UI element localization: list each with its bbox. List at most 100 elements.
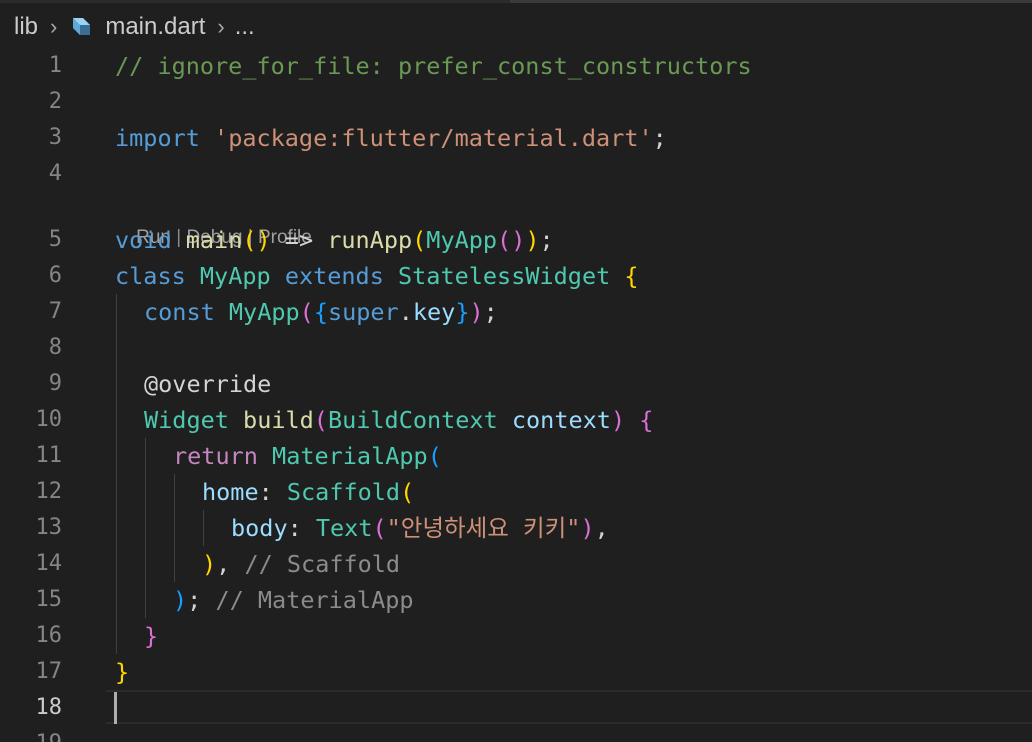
code-token: Widget <box>144 406 229 434</box>
code-token: BuildContext <box>327 406 498 434</box>
code-token: runApp <box>327 226 413 254</box>
line-number: 2 <box>48 89 62 114</box>
code-token: MyApp <box>199 262 271 290</box>
code-line[interactable]: 17 } <box>0 654 1032 690</box>
line-number: 11 <box>35 443 63 468</box>
code-token: ) <box>580 514 595 542</box>
code-token: . <box>398 298 413 326</box>
code-line[interactable]: 19 <box>0 726 1032 742</box>
breadcrumb: lib › main.dart › ... <box>14 9 255 45</box>
code-line[interactable]: 4 <box>0 156 1032 192</box>
line-number: 10 <box>35 407 63 432</box>
code-line-active[interactable]: 18 <box>0 690 1032 726</box>
code-token: Scaffold <box>286 478 401 506</box>
code-token: @override <box>144 370 272 398</box>
code-token: ( <box>497 226 512 254</box>
code-token: Text <box>315 514 373 542</box>
code-text: } <box>144 618 158 654</box>
code-text: @override <box>144 366 271 402</box>
code-token: ) <box>610 406 626 434</box>
code-text: home: Scaffold( <box>202 474 414 510</box>
code-token: ) <box>525 226 540 254</box>
code-line[interactable]: 8 <box>0 330 1032 366</box>
breadcrumb-symbol[interactable]: ... <box>235 13 255 41</box>
code-token: // MaterialApp <box>215 586 414 614</box>
line-number: 1 <box>48 53 62 78</box>
code-line[interactable]: 15 ); // MaterialApp <box>0 582 1032 618</box>
code-token: ( <box>242 226 257 254</box>
code-text: ); // MaterialApp <box>173 582 414 618</box>
code-token: import <box>115 124 200 152</box>
code-token: , <box>594 514 609 542</box>
line-number: 13 <box>35 515 63 540</box>
code-line[interactable]: 11 return MaterialApp( <box>0 438 1032 474</box>
code-line[interactable]: 14 ), // Scaffold <box>0 546 1032 582</box>
code-token: 'package:flutter/material.dart' <box>214 124 653 152</box>
code-token: ) <box>511 226 526 254</box>
code-line[interactable]: 5 void main() => runApp(MyApp()); <box>0 222 1032 258</box>
line-number: 5 <box>48 227 62 252</box>
line-number: 8 <box>48 335 62 360</box>
code-token: { <box>313 298 328 326</box>
code-line[interactable]: 9 @override <box>0 366 1032 402</box>
code-line[interactable]: 12 home: Scaffold( <box>0 474 1032 510</box>
code-token: const <box>144 298 215 326</box>
breadcrumb-file[interactable]: main.dart <box>105 13 205 41</box>
code-token: ( <box>313 406 328 434</box>
code-text: import 'package:flutter/material.dart'; <box>115 120 667 156</box>
code-line[interactable]: 6 class MyApp extends StatelessWidget { <box>0 258 1032 294</box>
code-token: } <box>455 298 470 326</box>
code-token: } <box>115 658 130 686</box>
code-text: void main() => runApp(MyApp()); <box>115 222 554 258</box>
code-text: ), // Scaffold <box>202 546 400 582</box>
code-token: context <box>511 406 611 434</box>
chevron-right-icon: › <box>50 14 58 39</box>
code-line[interactable]: 16 } <box>0 618 1032 654</box>
code-line[interactable]: 13 body: Text("안녕하세요 키키"), <box>0 510 1032 546</box>
code-token: ( <box>299 298 314 326</box>
breadcrumb-folder[interactable]: lib <box>14 13 38 41</box>
codelens: Run | Debug | Profile <box>115 190 312 248</box>
code-token: home <box>202 478 259 506</box>
code-token: ( <box>427 442 442 470</box>
code-token: ) <box>469 298 484 326</box>
code-text: Widget build(BuildContext context) { <box>144 402 653 438</box>
code-text: const MyApp({super.key}); <box>144 294 498 330</box>
line-number: 17 <box>35 659 63 684</box>
code-line[interactable]: 7 const MyApp({super.key}); <box>0 294 1032 330</box>
code-token: ; <box>483 298 498 326</box>
line-number: 9 <box>48 371 62 396</box>
code-text: body: Text("안녕하세요 키키"), <box>231 510 609 546</box>
code-text: return MaterialApp( <box>173 438 442 474</box>
code-token: ; <box>652 124 667 152</box>
code-line[interactable]: 10 Widget build(BuildContext context) { <box>0 402 1032 438</box>
line-number: 19 <box>0 726 63 742</box>
code-token: MyApp <box>228 298 300 326</box>
dart-icon <box>73 18 91 35</box>
code-text: class MyApp extends StatelessWidget { <box>115 258 639 294</box>
code-line[interactable]: 1 // ignore_for_file: prefer_const_const… <box>0 48 1032 84</box>
code-token: StatelessWidget <box>398 262 611 290</box>
code-editor[interactable]: lib › main.dart › ... 1 // ignore_for_fi… <box>0 0 1032 742</box>
code-line[interactable]: 3 import 'package:flutter/material.dart'… <box>0 120 1032 156</box>
code-token: return <box>173 442 258 470</box>
code-token: super <box>327 298 399 326</box>
code-token: main <box>185 226 243 254</box>
code-token: ( <box>372 514 387 542</box>
code-token: ) <box>202 550 217 578</box>
code-token: // ignore_for_file: prefer_const_constru… <box>115 52 752 80</box>
code-token: MaterialApp <box>272 442 428 470</box>
code-token: ; <box>187 586 216 614</box>
line-number: 14 <box>35 551 63 576</box>
line-number: 12 <box>35 479 63 504</box>
code-line[interactable]: 2 <box>0 84 1032 120</box>
line-number: 18 <box>35 695 63 720</box>
code-token: : <box>258 478 287 506</box>
